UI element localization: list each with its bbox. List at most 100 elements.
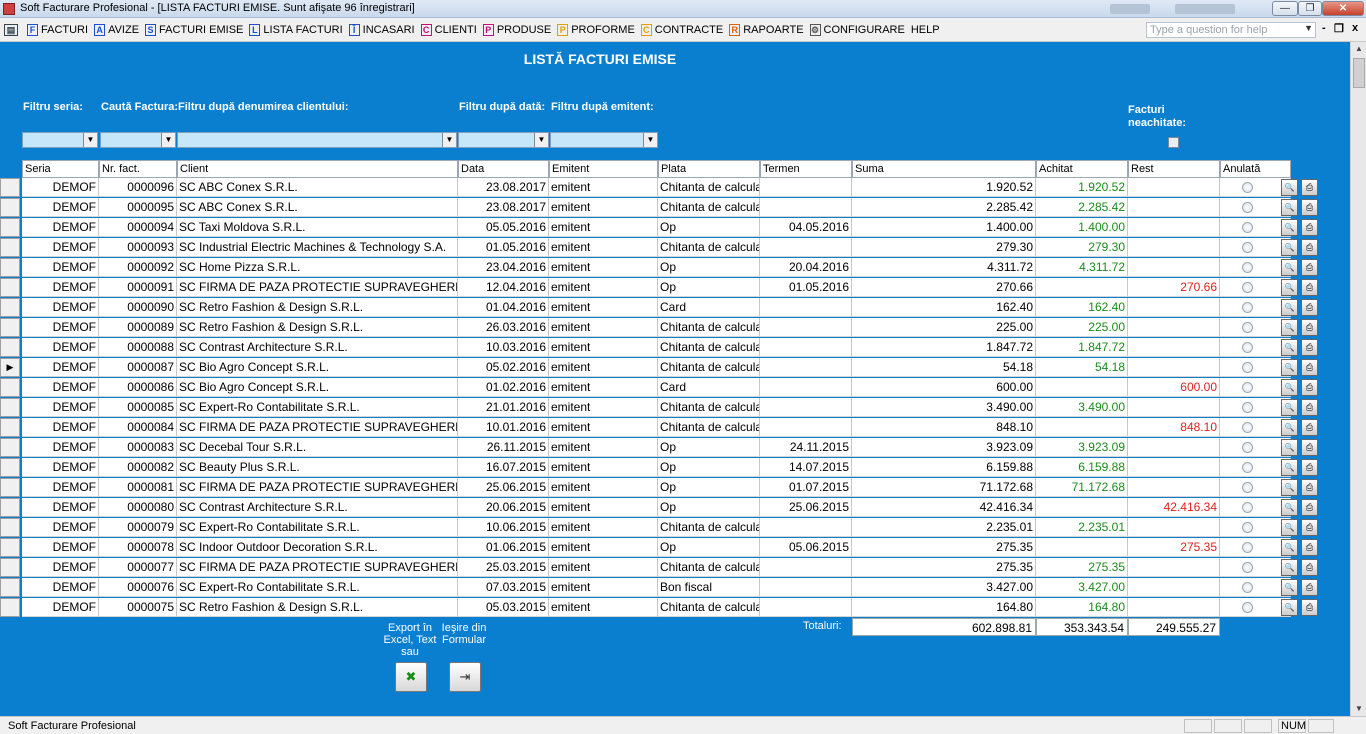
row-selector[interactable] bbox=[0, 278, 20, 297]
preview-icon[interactable]: 🔍 bbox=[1281, 279, 1298, 296]
preview-icon[interactable]: 🔍 bbox=[1281, 579, 1298, 596]
menu-item-produse[interactable]: P PRODUSE bbox=[481, 18, 555, 42]
chevron-down-icon[interactable]: ▼ bbox=[643, 133, 657, 147]
cancelled-radio[interactable] bbox=[1242, 542, 1253, 553]
menu-item-facturi-emise[interactable]: S FACTURI EMISE bbox=[143, 18, 247, 42]
row-selector[interactable] bbox=[0, 418, 20, 437]
print-icon[interactable]: ⎙ bbox=[1301, 259, 1318, 276]
preview-icon[interactable]: 🔍 bbox=[1281, 399, 1298, 416]
column-header-achitat[interactable]: Achitat bbox=[1036, 160, 1128, 178]
table-row[interactable]: DEMOF 0000094 SC Taxi Moldova S.R.L. 05.05.… bbox=[0, 218, 1320, 238]
print-icon[interactable]: ⎙ bbox=[1301, 499, 1318, 516]
row-selector[interactable] bbox=[0, 498, 20, 517]
cancelled-radio[interactable] bbox=[1242, 262, 1253, 273]
chevron-down-icon[interactable]: ▼ bbox=[534, 133, 548, 147]
table-row[interactable]: DEMOF 0000078 SC Indoor Outdoor Decoration… bbox=[0, 538, 1320, 558]
column-header-client[interactable]: Client bbox=[177, 160, 458, 178]
table-row[interactable]: DEMOF 0000090 SC Retro Fashion & Design S.… bbox=[0, 298, 1320, 318]
vertical-scrollbar[interactable]: ▲ ▼ bbox=[1350, 42, 1366, 716]
menu-item-facturi[interactable]: F FACTURI bbox=[25, 18, 92, 42]
cancelled-radio[interactable] bbox=[1242, 202, 1253, 213]
preview-icon[interactable]: 🔍 bbox=[1281, 359, 1298, 376]
print-icon[interactable]: ⎙ bbox=[1301, 339, 1318, 356]
row-selector[interactable] bbox=[0, 518, 20, 537]
cancelled-radio[interactable] bbox=[1242, 442, 1253, 453]
cancelled-radio[interactable] bbox=[1242, 282, 1253, 293]
column-header-anulata[interactable]: Anulată bbox=[1220, 160, 1291, 178]
column-header-termen[interactable]: Termen bbox=[760, 160, 852, 178]
print-icon[interactable]: ⎙ bbox=[1301, 459, 1318, 476]
table-row[interactable]: ▶ DEMOF 0000087 SC Bio Agro Concept S.R.L. 0… bbox=[0, 358, 1320, 378]
table-row[interactable]: DEMOF 0000089 SC Retro Fashion & Design S.… bbox=[0, 318, 1320, 338]
row-selector[interactable] bbox=[0, 238, 20, 257]
cancelled-radio[interactable] bbox=[1242, 242, 1253, 253]
column-header-rest[interactable]: Rest bbox=[1128, 160, 1220, 178]
cancelled-radio[interactable] bbox=[1242, 382, 1253, 393]
mdi-close-button[interactable]: x bbox=[1352, 22, 1358, 34]
cancelled-radio[interactable] bbox=[1242, 222, 1253, 233]
preview-icon[interactable]: 🔍 bbox=[1281, 419, 1298, 436]
table-row[interactable]: DEMOF 0000096 SC ABC Conex S.R.L. 23.08.201… bbox=[0, 178, 1320, 198]
print-icon[interactable]: ⎙ bbox=[1301, 399, 1318, 416]
menu-item-help[interactable]: HELP bbox=[909, 18, 944, 42]
print-icon[interactable]: ⎙ bbox=[1301, 519, 1318, 536]
print-icon[interactable]: ⎙ bbox=[1301, 179, 1318, 196]
preview-icon[interactable]: 🔍 bbox=[1281, 499, 1298, 516]
cancelled-radio[interactable] bbox=[1242, 182, 1253, 193]
filter-client-select[interactable]: ▼ bbox=[177, 132, 457, 148]
cancelled-radio[interactable] bbox=[1242, 502, 1253, 513]
print-icon[interactable]: ⎙ bbox=[1301, 559, 1318, 576]
preview-icon[interactable]: 🔍 bbox=[1281, 439, 1298, 456]
row-selector[interactable] bbox=[0, 478, 20, 497]
cancelled-radio[interactable] bbox=[1242, 402, 1253, 413]
cancelled-radio[interactable] bbox=[1242, 302, 1253, 313]
mdi-minimize-button[interactable]: - bbox=[1322, 22, 1326, 34]
mdi-doc-icon[interactable]: ▤ bbox=[0, 18, 25, 42]
cancelled-radio[interactable] bbox=[1242, 462, 1253, 473]
preview-icon[interactable]: 🔍 bbox=[1281, 339, 1298, 356]
row-selector[interactable] bbox=[0, 258, 20, 277]
menu-item-lista-facturi[interactable]: L LISTA FACTURI bbox=[247, 18, 346, 42]
menu-item-contracte[interactable]: C CONTRACTE bbox=[639, 18, 727, 42]
search-invoice-select[interactable]: ▼ bbox=[100, 132, 176, 148]
table-row[interactable]: DEMOF 0000088 SC Contrast Architecture S.R… bbox=[0, 338, 1320, 358]
menu-item-proforme[interactable]: P PROFORME bbox=[555, 18, 639, 42]
row-selector[interactable] bbox=[0, 578, 20, 597]
preview-icon[interactable]: 🔍 bbox=[1281, 199, 1298, 216]
print-icon[interactable]: ⎙ bbox=[1301, 419, 1318, 436]
table-row[interactable]: DEMOF 0000095 SC ABC Conex S.R.L. 23.08.201… bbox=[0, 198, 1320, 218]
row-selector[interactable]: ▶ bbox=[0, 358, 20, 377]
table-row[interactable]: DEMOF 0000077 SC FIRMA DE PAZA PROTECTIE S… bbox=[0, 558, 1320, 578]
preview-icon[interactable]: 🔍 bbox=[1281, 479, 1298, 496]
preview-icon[interactable]: 🔍 bbox=[1281, 219, 1298, 236]
table-row[interactable]: DEMOF 0000085 SC Expert-Ro Contabilitate S… bbox=[0, 398, 1320, 418]
row-selector[interactable] bbox=[0, 218, 20, 237]
filter-date-select[interactable]: ▼ bbox=[458, 132, 549, 148]
row-selector[interactable] bbox=[0, 458, 20, 477]
row-selector[interactable] bbox=[0, 198, 20, 217]
table-row[interactable]: DEMOF 0000081 SC FIRMA DE PAZA PROTECTIE S… bbox=[0, 478, 1320, 498]
table-row[interactable]: DEMOF 0000084 SC FIRMA DE PAZA PROTECTIE S… bbox=[0, 418, 1320, 438]
preview-icon[interactable]: 🔍 bbox=[1281, 299, 1298, 316]
print-icon[interactable]: ⎙ bbox=[1301, 379, 1318, 396]
preview-icon[interactable]: 🔍 bbox=[1281, 259, 1298, 276]
row-selector[interactable] bbox=[0, 178, 20, 197]
column-header-nr[interactable]: Nr. fact. bbox=[99, 160, 177, 178]
row-selector[interactable] bbox=[0, 438, 20, 457]
exit-form-button[interactable]: ⇥ bbox=[449, 662, 481, 692]
scroll-down-icon[interactable]: ▼ bbox=[1351, 702, 1366, 716]
row-selector[interactable] bbox=[0, 398, 20, 417]
preview-icon[interactable]: 🔍 bbox=[1281, 319, 1298, 336]
cancelled-radio[interactable] bbox=[1242, 582, 1253, 593]
print-icon[interactable]: ⎙ bbox=[1301, 239, 1318, 256]
table-row[interactable]: DEMOF 0000093 SC Industrial Electric Machi… bbox=[0, 238, 1320, 258]
table-row[interactable]: DEMOF 0000083 SC Decebal Tour S.R.L. 26.11.… bbox=[0, 438, 1320, 458]
table-row[interactable]: DEMOF 0000086 SC Bio Agro Concept S.R.L. 01… bbox=[0, 378, 1320, 398]
preview-icon[interactable]: 🔍 bbox=[1281, 599, 1298, 616]
chevron-down-icon[interactable]: ▼ bbox=[161, 133, 175, 147]
table-row[interactable]: DEMOF 0000092 SC Home Pizza S.R.L. 23.04.20… bbox=[0, 258, 1320, 278]
preview-icon[interactable]: 🔍 bbox=[1281, 559, 1298, 576]
row-selector[interactable] bbox=[0, 598, 20, 617]
cancelled-radio[interactable] bbox=[1242, 522, 1253, 533]
row-selector[interactable] bbox=[0, 338, 20, 357]
